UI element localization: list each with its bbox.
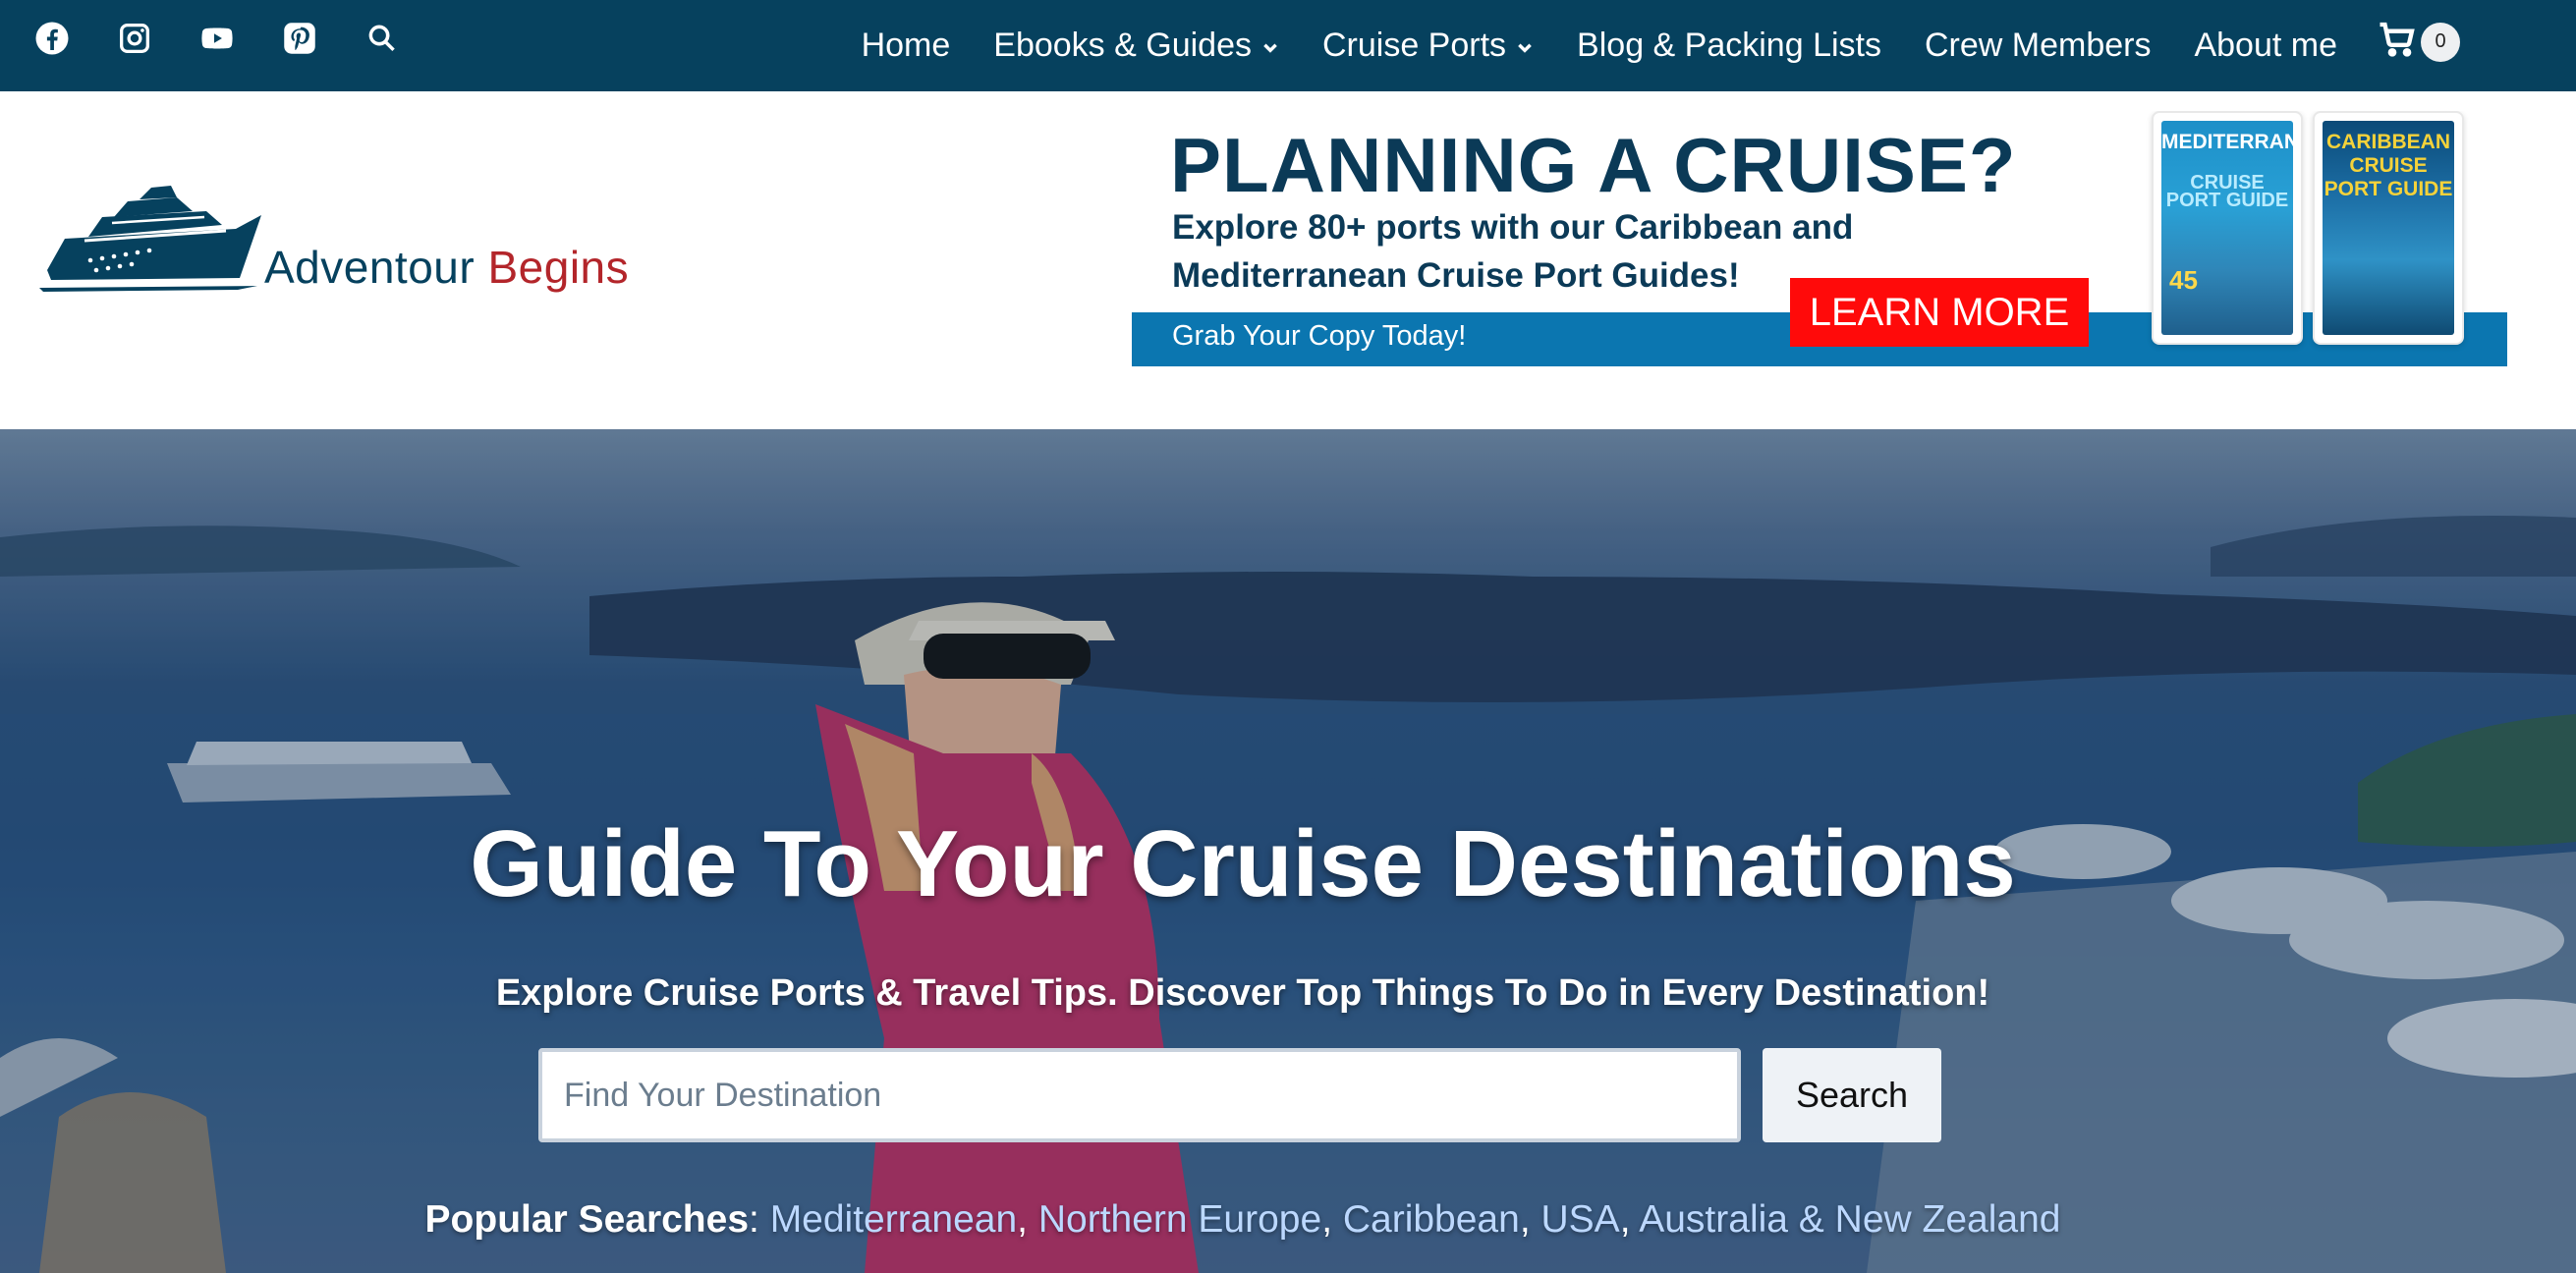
instagram-icon[interactable] — [116, 20, 153, 57]
hero-subtitle: Explore Cruise Ports & Travel Tips. Disc… — [495, 972, 1990, 1014]
nav-home[interactable]: Home — [862, 27, 951, 65]
banner-title: PLANNING A CRUISE? — [1170, 122, 2017, 208]
caribbean-guide-cover: CARIBBEAN CRUISE PORT GUIDE — [2313, 111, 2464, 345]
nav-crew-label: Crew Members — [1924, 27, 2152, 64]
nav-home-label: Home — [861, 27, 951, 64]
nav-blog-label: Blog & Packing Lists — [1577, 27, 1881, 64]
book1-subtitle: CRUISE PORT GUIDE — [2165, 172, 2289, 211]
nav-cruise-ports-label: Cruise Ports — [1321, 27, 1507, 64]
learn-more-button[interactable]: LEARN MORE — [1790, 278, 2089, 347]
popular-link-northern-europe[interactable]: Northern Europe — [1038, 1198, 1321, 1241]
site-header: Adventour Begins PLANNING A CRUISE? Expl… — [0, 91, 2576, 429]
hero-section: Guide To Your Cruise Destinations Explor… — [0, 429, 2576, 1273]
mediterranean-guide-cover: MEDITERRANEAN CRUISE PORT GUIDE 45 — [2152, 111, 2303, 345]
nav-cruise-ports[interactable]: Cruise Ports — [1322, 27, 1534, 65]
popular-link-usa[interactable]: USA — [1541, 1198, 1620, 1241]
popular-searches-label: Popular Searches — [424, 1198, 750, 1241]
facebook-icon[interactable] — [33, 20, 71, 57]
nav-crew-members[interactable]: Crew Members — [1925, 27, 2151, 65]
chevron-down-icon — [1261, 27, 1279, 65]
cart-count-badge: 0 — [2421, 22, 2460, 62]
chevron-down-icon — [1516, 27, 1534, 65]
pinterest-icon[interactable] — [281, 20, 318, 57]
popular-link-caribbean[interactable]: Caribbean — [1343, 1198, 1520, 1241]
nav-ebooks-guides-label: Ebooks & Guides — [993, 27, 1252, 64]
nav-ebooks-guides[interactable]: Ebooks & Guides — [993, 27, 1279, 65]
book2-title: CARIBBEAN CRUISE PORT GUIDE — [2324, 131, 2453, 200]
site-logo[interactable]: Adventour Begins — [29, 180, 629, 298]
nav-about-label: About me — [2194, 27, 2337, 64]
main-menu: Home Ebooks & Guides Cruise Ports Blog &… — [862, 0, 2337, 91]
hero-title: Guide To Your Cruise Destinations — [470, 811, 2016, 916]
top-navigation-bar: Home Ebooks & Guides Cruise Ports Blog &… — [0, 0, 2576, 91]
site-logo-text: Adventour Begins — [264, 241, 629, 294]
social-links — [33, 20, 401, 57]
nav-about-me[interactable]: About me — [2194, 27, 2337, 65]
logo-word-adventour: Adventour — [264, 242, 476, 293]
banner-copy-text: Grab Your Copy Today! — [1172, 320, 1467, 352]
promo-banner[interactable]: PLANNING A CRUISE? Explore 80+ ports wit… — [1132, 111, 2507, 366]
popular-link-australia-nz[interactable]: Australia & New Zealand — [1639, 1198, 2060, 1241]
cart-icon — [2378, 20, 2417, 64]
book1-title: MEDITERRANEAN — [2161, 131, 2293, 153]
youtube-icon[interactable] — [198, 20, 236, 57]
destination-search-input[interactable] — [538, 1048, 1741, 1142]
popular-searches: Popular Searches: Mediterranean, Norther… — [424, 1198, 2061, 1241]
nav-blog-packing-lists[interactable]: Blog & Packing Lists — [1577, 27, 1881, 65]
banner-subtitle: Explore 80+ ports with our Caribbean and… — [1172, 208, 1854, 295]
popular-link-mediterranean[interactable]: Mediterranean — [770, 1198, 1017, 1241]
cart-button[interactable]: 0 — [2378, 20, 2460, 64]
book1-number: 45 — [2169, 265, 2198, 295]
search-button[interactable]: Search — [1763, 1048, 1941, 1142]
logo-word-begins: Begins — [487, 242, 630, 293]
search-icon[interactable] — [364, 20, 401, 57]
cruise-ship-logo-icon — [39, 186, 261, 292]
